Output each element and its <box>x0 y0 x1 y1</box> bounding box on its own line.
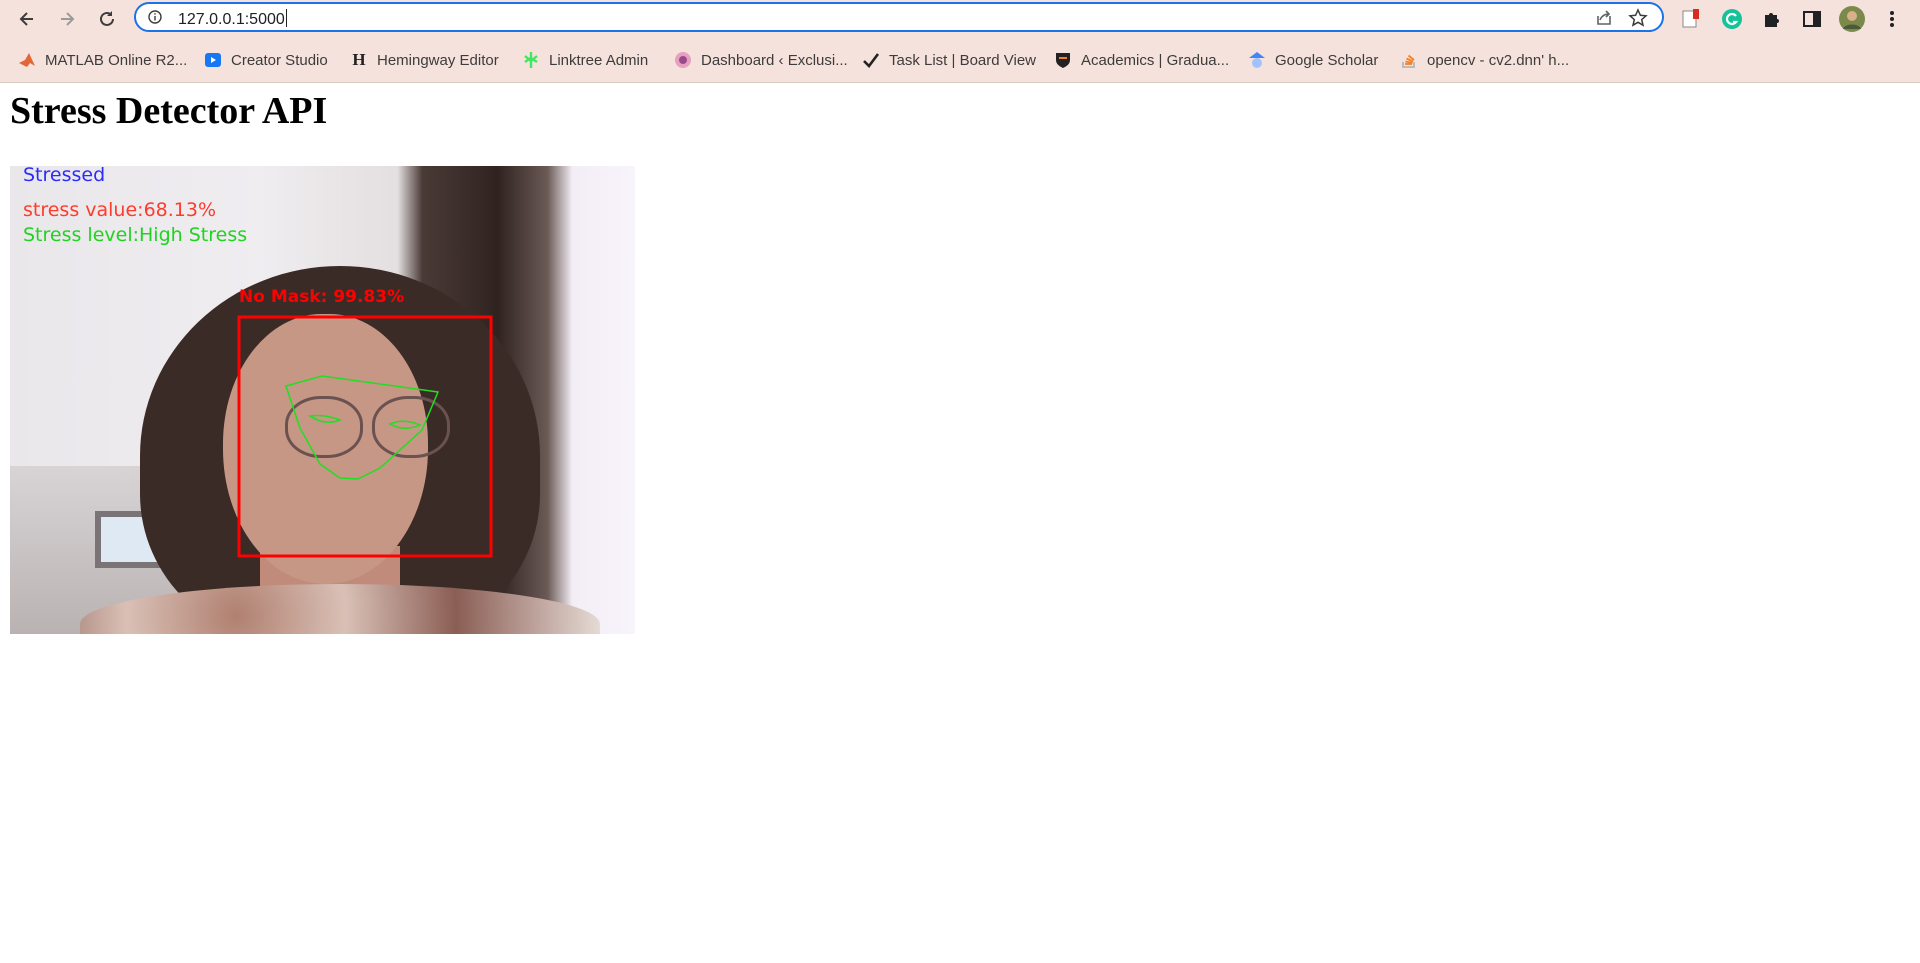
kebab-menu-icon[interactable] <box>1878 5 1906 33</box>
face-bounding-box <box>237 315 493 558</box>
share-icon[interactable] <box>1594 8 1614 28</box>
bookmark-hemingway[interactable]: H Hemingway Editor <box>350 50 498 70</box>
bookmarks-bar: MATLAB Online R2... Creator Studio H Hem… <box>0 38 1920 83</box>
hemingway-icon: H <box>352 50 366 69</box>
checkmark-icon <box>862 51 880 69</box>
right-eye-landmark <box>388 420 422 429</box>
google-scholar-icon <box>1248 51 1266 69</box>
linktree-icon <box>522 51 540 69</box>
matlab-icon <box>18 51 36 69</box>
extensions-puzzle-icon[interactable] <box>1758 5 1786 33</box>
status-label: Stressed <box>23 166 106 186</box>
bookmark-creator-studio[interactable]: Creator Studio <box>204 50 328 70</box>
bookmark-dashboard[interactable]: Dashboard ‹ Exclusi... <box>674 50 848 70</box>
address-bar[interactable]: 127.0.0.1:5000 <box>134 2 1664 32</box>
back-arrow-icon <box>19 12 33 26</box>
creator-studio-icon <box>204 51 222 69</box>
side-panel-icon[interactable] <box>1798 5 1826 33</box>
mask-label: No Mask: 99.83% <box>239 287 405 307</box>
bookmark-task-list[interactable]: Task List | Board View <box>862 50 1036 70</box>
site-info-icon[interactable] <box>148 10 162 24</box>
forward-arrow-icon <box>61 12 75 26</box>
stress-value-label: stress value:68.13% <box>23 199 217 221</box>
reload-button[interactable] <box>92 4 122 34</box>
reload-icon <box>100 11 114 26</box>
extension-pdf-icon[interactable] <box>1678 5 1706 33</box>
bookmark-google-scholar[interactable]: Google Scholar <box>1248 50 1378 70</box>
left-eye-landmark <box>307 414 343 423</box>
princeton-shield-icon <box>1054 51 1072 69</box>
bookmark-opencv[interactable]: opencv - cv2.dnn' h... <box>1400 50 1569 70</box>
browser-toolbar: 127.0.0.1:5000 <box>0 0 1920 38</box>
bookmark-linktree[interactable]: Linktree Admin <box>522 50 648 70</box>
video-feed: Stressed stress value:68.13% Stress leve… <box>10 166 635 634</box>
page-title: Stress Detector API <box>10 90 328 132</box>
stackoverflow-icon <box>1400 51 1418 69</box>
bookmark-academics[interactable]: Academics | Gradua... <box>1054 50 1229 70</box>
grammarly-icon[interactable] <box>1718 5 1746 33</box>
back-button[interactable] <box>12 4 42 34</box>
stress-level-label: Stress level:High Stress <box>23 224 248 246</box>
url-text[interactable]: 127.0.0.1:5000 <box>178 9 287 29</box>
bookmark-star-icon[interactable] <box>1628 8 1648 28</box>
forward-button[interactable] <box>52 4 82 34</box>
dashboard-icon <box>674 51 692 69</box>
bookmark-matlab[interactable]: MATLAB Online R2... <box>18 50 187 70</box>
profile-avatar[interactable] <box>1838 5 1866 33</box>
